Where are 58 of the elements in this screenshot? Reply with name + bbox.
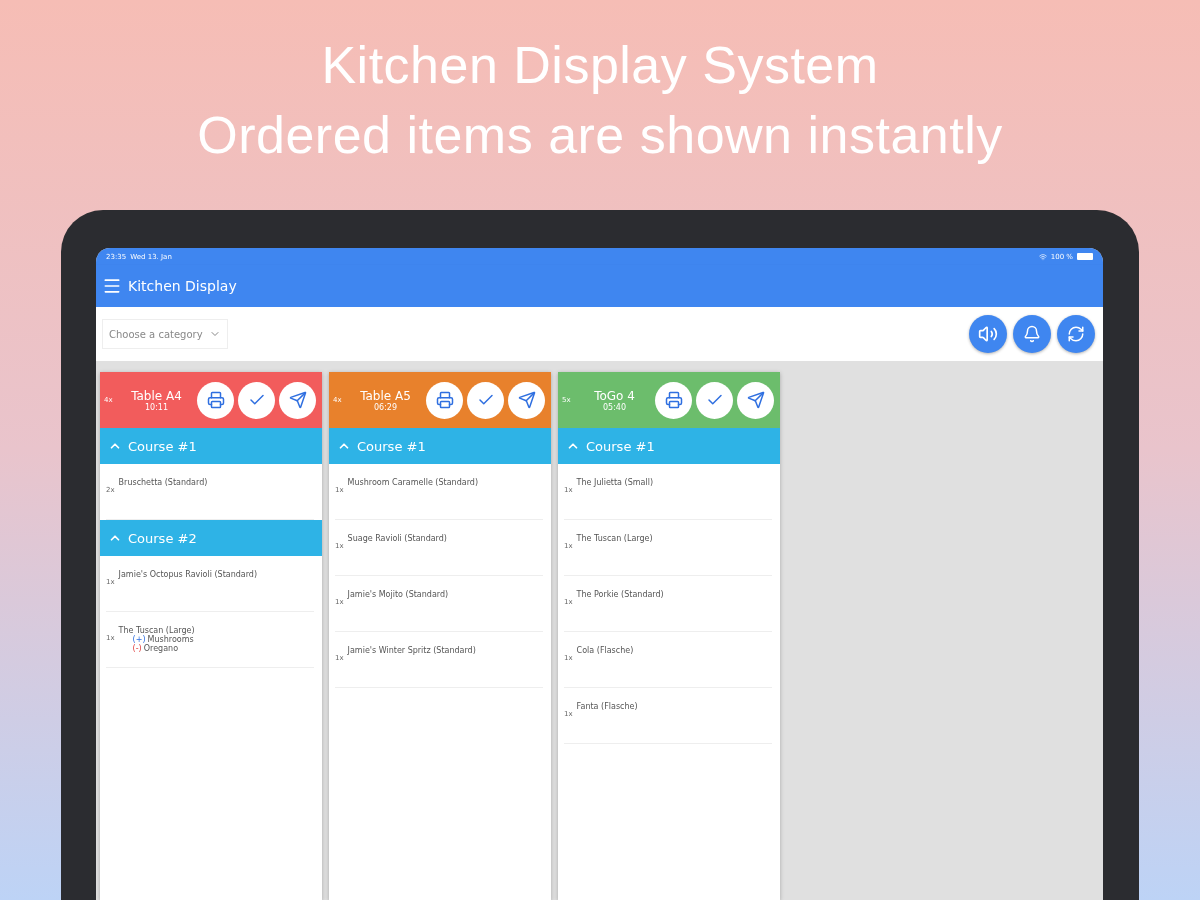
printer-icon (664, 391, 683, 409)
order-name: Table A4 (131, 388, 182, 403)
item-name: The Tuscan (Large) (118, 626, 195, 635)
item-name: Jamie's Winter Spritz (Standard) (347, 646, 476, 655)
wifi-icon (1038, 252, 1047, 261)
battery-icon (1077, 253, 1093, 260)
headline: Kitchen Display System (321, 35, 879, 96)
send-button[interactable] (737, 381, 774, 419)
sound-button[interactable] (969, 315, 1007, 353)
item-name: The Tuscan (Large) (576, 534, 653, 543)
modifier-label: Oregano (143, 644, 179, 653)
done-button[interactable] (696, 381, 733, 419)
course-header[interactable]: Course #2 (100, 520, 322, 556)
done-button[interactable] (467, 381, 504, 419)
app-title: Kitchen Display (128, 278, 237, 294)
order-time: 06:29 (373, 402, 398, 412)
order-name: ToGo 4 (594, 388, 635, 403)
done-button[interactable] (238, 381, 275, 419)
bell-button[interactable] (1013, 315, 1051, 353)
paper-plane-icon (746, 391, 765, 409)
refresh-icon (1067, 325, 1085, 343)
order-name: Table A5 (360, 388, 411, 403)
item-name: The Julietta (Small) (576, 478, 653, 487)
paper-plane-icon (517, 391, 536, 409)
print-button[interactable] (426, 381, 463, 419)
category-select[interactable]: Choose a category (102, 319, 228, 349)
course-header[interactable]: Course #1 (329, 428, 551, 464)
item-name: Mushroom Caramelle (Standard) (347, 478, 478, 487)
modifier-sign: (-) (132, 644, 142, 653)
order-time: 05:40 (602, 402, 627, 412)
printer-icon (206, 391, 225, 409)
modifier-label: Mushrooms (147, 635, 194, 644)
course-title: Course #2 (128, 530, 197, 546)
send-button[interactable] (508, 381, 545, 419)
course-title: Course #1 (586, 438, 655, 454)
item-name: Bruschetta (Standard) (118, 478, 208, 487)
item-name: Suage Ravioli (Standard) (347, 534, 447, 543)
item-name: Jamie's Octopus Ravioli (Standard) (118, 570, 258, 579)
speaker-icon (978, 324, 998, 344)
order-time: 10:11 (144, 402, 169, 412)
course-title: Course #1 (357, 438, 426, 454)
refresh-button[interactable] (1057, 315, 1095, 353)
headline: Ordered items are shown instantly (197, 105, 1003, 166)
printer-icon (435, 391, 454, 409)
item-name: The Porkie (Standard) (576, 590, 664, 599)
item-name: Cola (Flasche) (576, 646, 634, 655)
item-name: Fanta (Flasche) (576, 702, 638, 711)
print-button[interactable] (655, 381, 692, 419)
item-name: Jamie's Mojito (Standard) (347, 590, 449, 599)
menu-icon[interactable] (102, 276, 122, 296)
bell-icon (1023, 325, 1041, 343)
course-title: Course #1 (128, 438, 197, 454)
paper-plane-icon (288, 391, 307, 409)
course-header[interactable]: Course #1 (558, 428, 780, 464)
print-button[interactable] (197, 381, 234, 419)
course-header[interactable]: Course #1 (100, 428, 322, 464)
send-button[interactable] (279, 381, 316, 419)
modifier-sign: (+) (132, 635, 146, 644)
